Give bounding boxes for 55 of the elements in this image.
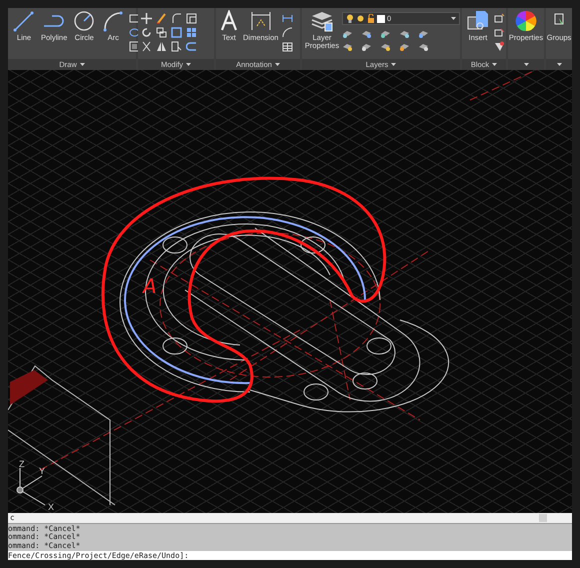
arc-dimension-icon[interactable] (282, 27, 294, 38)
layer-tool-icon[interactable] (361, 28, 372, 39)
caret-icon[interactable] (524, 63, 528, 66)
dimension-icon (248, 10, 273, 32)
stretch-icon[interactable] (171, 41, 182, 52)
scrollbar-thumb[interactable] (539, 514, 547, 522)
layer-tool-icon[interactable] (380, 28, 391, 39)
attribute-icon[interactable] (494, 41, 505, 52)
table-icon[interactable] (282, 41, 294, 52)
layer-tool-icon[interactable] (418, 28, 429, 39)
scale-icon[interactable] (186, 13, 197, 24)
block-edit-icon[interactable] (494, 13, 505, 24)
bulb-icon (346, 14, 354, 23)
ucs-axes-icon (16, 468, 46, 506)
caret-icon[interactable] (451, 17, 456, 20)
hatch-icon[interactable] (129, 41, 140, 52)
layer-tool-icon[interactable] (418, 41, 429, 52)
lock-icon (367, 14, 375, 23)
caret-icon[interactable] (556, 63, 562, 66)
ellipse-icon[interactable] (129, 27, 140, 38)
color-wheel-icon (514, 10, 538, 32)
square-icon[interactable] (171, 27, 182, 38)
mirror-icon[interactable] (156, 41, 167, 52)
axis-label: X (48, 502, 54, 512)
axis-label: Y (39, 466, 46, 476)
layer-tool-icon[interactable] (342, 41, 353, 52)
caret-icon[interactable] (391, 63, 396, 66)
caret-icon[interactable] (186, 63, 192, 66)
arc-icon (101, 10, 126, 32)
layer-tool-icon[interactable] (380, 41, 391, 52)
layer-stack-icon (310, 10, 334, 32)
color-swatch-icon (377, 14, 385, 22)
leader-icon[interactable] (282, 13, 294, 24)
insert-block-icon (466, 10, 490, 32)
move-icon[interactable] (141, 13, 152, 24)
array-icon[interactable] (186, 27, 197, 38)
sun-icon (356, 14, 365, 23)
layer-tool-icon[interactable] (361, 41, 372, 52)
offset-icon[interactable] (186, 41, 197, 52)
caret-icon[interactable] (80, 63, 85, 66)
layer-tool-icon[interactable] (399, 28, 410, 39)
rotate-icon[interactable] (141, 27, 152, 38)
caret-icon[interactable] (274, 63, 280, 66)
line-icon (12, 10, 36, 32)
caret-icon[interactable] (492, 63, 498, 66)
layer-tool-icon[interactable] (342, 28, 353, 39)
block-create-icon[interactable] (494, 27, 505, 38)
layer-tool-icon[interactable] (399, 41, 410, 52)
trim-icon[interactable] (141, 41, 152, 52)
axis-label: Z (19, 459, 24, 469)
copy-icon[interactable] (156, 27, 167, 38)
circle-icon (72, 10, 96, 32)
pencil-icon[interactable] (156, 13, 167, 24)
fillet-icon[interactable] (171, 13, 182, 24)
rectangle-icon[interactable] (129, 13, 140, 24)
